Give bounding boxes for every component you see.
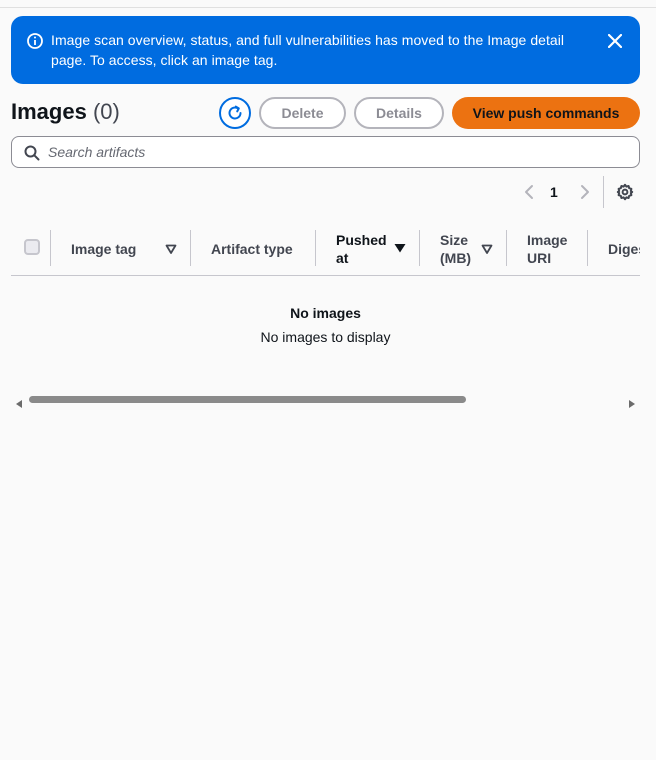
column-label-size-1: Size	[440, 232, 469, 248]
next-page-icon[interactable]	[578, 183, 592, 201]
column-label-image-tag: Image tag	[71, 241, 137, 257]
empty-state-subtitle: No images to display	[260, 329, 391, 345]
search-icon	[24, 145, 40, 161]
info-icon	[27, 33, 43, 49]
refresh-button[interactable]	[219, 97, 251, 129]
column-label-image-uri-1: Image	[527, 232, 568, 248]
column-label-pushed-at-2: at	[336, 250, 349, 266]
scroll-right-icon[interactable]	[628, 395, 636, 413]
column-header-digest[interactable]: Digest	[588, 224, 640, 275]
column-header-size[interactable]: Size (MB)	[420, 224, 506, 275]
scroll-left-icon[interactable]	[15, 395, 23, 413]
horizontal-scrollbar[interactable]	[11, 392, 640, 408]
column-label-size-2: (MB)	[440, 250, 472, 266]
column-label-pushed-at-1: Pushed	[336, 232, 387, 248]
image-count: (0)	[92, 99, 120, 124]
sort-descending-icon[interactable]	[394, 241, 406, 253]
page-title-text: Images	[11, 99, 87, 124]
page-title: Images (0)	[11, 98, 120, 126]
banner-message: Image scan overview, status, and full vu…	[51, 32, 565, 68]
search-box	[11, 136, 640, 168]
table-header: Image tag Artifact type Pushed at Size (…	[11, 224, 640, 276]
page-number[interactable]: 1	[550, 184, 558, 200]
sort-icon[interactable]	[481, 242, 493, 254]
settings-icon[interactable]	[616, 183, 634, 201]
column-label-artifact-type: Artifact type	[211, 241, 293, 257]
empty-state-title: No images	[290, 305, 361, 321]
select-all-checkbox[interactable]	[24, 239, 40, 255]
close-icon[interactable]	[605, 31, 625, 51]
scrollbar-thumb[interactable]	[29, 396, 466, 403]
top-divider	[0, 7, 656, 8]
info-banner: Image scan overview, status, and full vu…	[11, 16, 640, 84]
sort-icon[interactable]	[165, 242, 177, 254]
previous-page-icon[interactable]	[522, 183, 536, 201]
column-header-image-tag[interactable]: Image tag	[51, 224, 190, 275]
column-label-image-uri-2: URI	[527, 250, 552, 266]
search-input[interactable]	[48, 142, 628, 162]
column-label-digest: Digest	[608, 241, 640, 257]
delete-button[interactable]: Delete	[259, 97, 346, 129]
refresh-icon	[226, 104, 244, 122]
column-header-artifact-type[interactable]: Artifact type	[191, 224, 315, 275]
details-button[interactable]: Details	[354, 97, 444, 129]
pagination-divider	[603, 176, 604, 208]
column-header-image-uri[interactable]: Image URI	[507, 224, 587, 275]
view-push-commands-button[interactable]: View push commands	[452, 97, 640, 129]
column-header-pushed-at[interactable]: Pushed at	[316, 224, 419, 275]
